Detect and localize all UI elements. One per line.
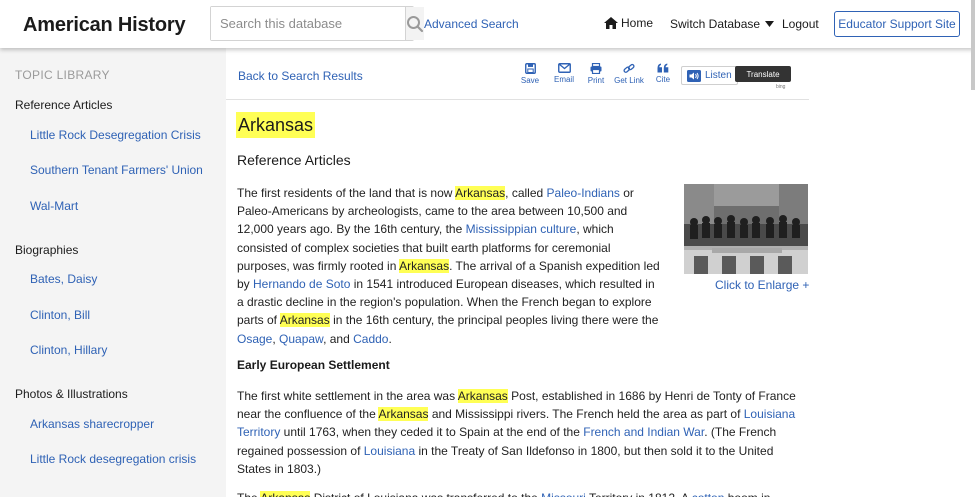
article-title: Arkansas [236, 112, 316, 138]
search-box [210, 6, 424, 41]
section-title: Reference Articles [237, 152, 351, 168]
caret-down-icon [765, 21, 775, 27]
sidebar-item-wal-mart[interactable]: Wal-Mart [30, 199, 78, 213]
article-paragraph-3: The Arkansas District of Louisiana was t… [237, 489, 803, 497]
switch-database-label: Switch Database [670, 17, 761, 31]
inline-link[interactable]: Paleo-Indians [547, 186, 620, 200]
print-label: Print [587, 76, 605, 85]
search-input[interactable] [211, 7, 405, 40]
quote-icon [657, 63, 669, 73]
save-button[interactable]: Save [513, 63, 547, 85]
sidebar-heading-biographies: Biographies [15, 243, 79, 257]
search-highlight: Arkansas [455, 186, 506, 200]
sidebar-item-little-rock-desegregation-crisis-photo[interactable]: Little Rock desegregation crisis [30, 452, 196, 466]
sidebar-item-clinton-hillary[interactable]: Clinton, Hillary [30, 343, 107, 357]
app-window: American History Advanced Search Home Sw… [0, 0, 975, 497]
email-icon [557, 63, 571, 73]
speaker-icon [687, 69, 701, 82]
cite-button[interactable]: Cite [646, 63, 680, 84]
sidebar-heading-photos-illustrations: Photos & Illustrations [15, 387, 128, 401]
sidebar-item-clinton-bill[interactable]: Clinton, Bill [30, 308, 90, 322]
get-link-button[interactable]: Get Link [612, 63, 646, 85]
scrollbar-thumb[interactable] [971, 0, 975, 90]
article-photo[interactable] [684, 184, 808, 274]
get-link-label: Get Link [614, 76, 644, 85]
inline-link[interactable]: Missouri [541, 491, 586, 497]
sidebar-item-bates-daisy[interactable]: Bates, Daisy [30, 272, 97, 286]
inline-link[interactable]: Caddo [353, 332, 388, 346]
inline-link[interactable]: Quapaw [279, 332, 323, 346]
article-paragraph-1: The first residents of the land that is … [237, 186, 660, 346]
photo-thumbnail [684, 184, 808, 274]
save-label: Save [520, 76, 540, 85]
inline-link[interactable]: Louisiana [364, 444, 415, 458]
email-label: Email [553, 75, 574, 84]
inline-link[interactable]: Hernando de Soto [253, 277, 350, 291]
advanced-search-link[interactable]: Advanced Search [424, 17, 519, 31]
print-icon [590, 63, 602, 74]
article-paragraph-2: The first white settlement in the area w… [237, 389, 796, 476]
article-content: Arkansas Reference Articles The first re… [236, 112, 809, 497]
link-icon [623, 63, 635, 73]
translate-button[interactable]: Translate [735, 66, 791, 82]
email-button[interactable]: Email [547, 63, 581, 84]
back-to-results-link[interactable]: Back to Search Results [238, 69, 363, 83]
brand-title[interactable]: American History [23, 14, 186, 37]
search-icon [407, 15, 424, 32]
topic-library-title: TOPIC LIBRARY [15, 68, 110, 82]
switch-database-menu[interactable]: Switch Database [670, 17, 775, 31]
search-highlight: Arkansas [260, 491, 311, 497]
inline-link[interactable]: cotton [692, 491, 725, 497]
home-icon [604, 17, 618, 29]
search-highlight: Arkansas [279, 313, 330, 328]
print-button[interactable]: Print [579, 63, 613, 85]
topic-library-sidebar: TOPIC LIBRARY Reference Articles Little … [0, 48, 226, 497]
article-toolbar: Back to Search Results Save Email Print … [226, 48, 809, 100]
home-label: Home [621, 16, 654, 30]
sidebar-item-little-rock-desegregation-crisis[interactable]: Little Rock Desegregation Crisis [30, 128, 201, 142]
top-header: American History Advanced Search Home Sw… [0, 0, 975, 48]
inline-link[interactable]: Osage [237, 332, 272, 346]
subheading-early-european-settlement: Early European Settlement [237, 358, 390, 372]
article-pane: Back to Search Results Save Email Print … [226, 48, 809, 497]
cite-label: Cite [655, 75, 671, 84]
search-highlight: Arkansas [399, 258, 450, 273]
sidebar-item-arkansas-sharecropper[interactable]: Arkansas sharecropper [30, 417, 154, 431]
inline-link[interactable]: French and Indian War [583, 425, 704, 439]
sidebar-heading-reference-articles: Reference Articles [15, 98, 113, 112]
home-link[interactable]: Home [604, 16, 653, 30]
logout-link[interactable]: Logout [782, 17, 819, 31]
search-highlight: Arkansas [457, 389, 508, 403]
bing-logo: bing [776, 84, 786, 90]
sidebar-item-southern-tenant-farmers-union[interactable]: Southern Tenant Farmers' Union [30, 163, 203, 177]
save-icon [524, 63, 536, 74]
educator-support-button[interactable]: Educator Support Site [834, 11, 960, 37]
listen-label: Listen [705, 70, 732, 81]
listen-button[interactable]: Listen [681, 66, 738, 85]
search-button[interactable] [405, 7, 424, 40]
inline-link[interactable]: Louisiana Territory [237, 407, 795, 439]
search-highlight: Arkansas [378, 407, 429, 422]
click-to-enlarge-link[interactable]: Click to Enlarge + [715, 278, 809, 292]
inline-link[interactable]: Mississippian culture [466, 222, 577, 236]
